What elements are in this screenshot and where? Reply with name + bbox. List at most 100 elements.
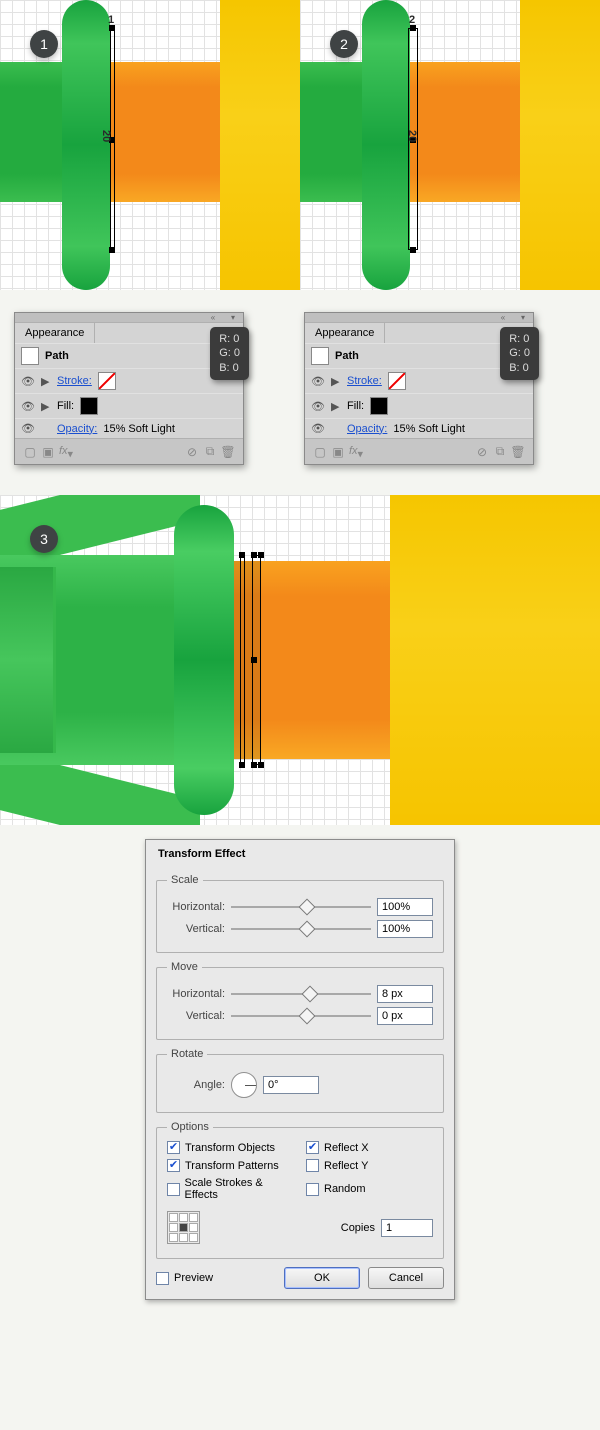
stroke-label[interactable]: Stroke: [57,375,92,387]
clear-icon[interactable]: ⊘ [473,445,491,459]
new-art-layers-icon[interactable]: ▣ [329,445,347,459]
disclosure-triangle-icon[interactable]: ▶ [331,375,341,388]
canvas-step-3[interactable]: 3 [0,495,600,825]
trash-icon[interactable]: 🗑 [219,445,237,459]
stroke-label[interactable]: Stroke: [347,375,382,387]
green-rim [174,505,234,815]
scale-vertical-input[interactable] [377,920,433,938]
visibility-toggle-icon[interactable]: 👁 [311,422,325,435]
appearance-tab[interactable]: Appearance [15,323,95,343]
new-art-basic-icon[interactable]: ▢ [311,445,329,459]
selection-handle[interactable] [251,657,257,663]
visibility-toggle-icon[interactable]: 👁 [21,422,35,435]
scale-horizontal-input[interactable] [377,898,433,916]
visibility-toggle-icon[interactable]: 👁 [21,400,35,413]
preview-checkbox[interactable]: Preview [156,1272,213,1285]
duplicate-icon[interactable]: ⧉ [491,444,509,459]
rotate-group: Rotate Angle: [156,1048,444,1113]
selection-handle[interactable] [258,762,264,768]
appearance-panel[interactable]: «▾ Appearance Path 👁 ▶ Stroke: 👁 [14,312,244,465]
disclosure-triangle-icon[interactable]: ▶ [331,400,341,413]
green-rim [62,0,110,290]
scale-horizontal-label: Horizontal: [167,901,225,913]
canvas-step-1[interactable]: 1 1 20 [0,0,300,290]
path-label: Path [335,350,359,362]
opacity-label[interactable]: Opacity: [57,423,97,435]
disclosure-triangle-icon[interactable]: ▶ [41,375,51,388]
options-legend: Options [167,1121,213,1133]
move-vertical-input[interactable] [377,1007,433,1025]
transform-effect-dialog: Transform Effect Scale Horizontal: Verti… [145,839,455,1300]
fill-label: Fill: [347,400,364,412]
stroke-swatch[interactable] [98,372,116,390]
reference-point-grid[interactable] [167,1211,200,1244]
opacity-value: 15% Soft Light [103,423,175,435]
visibility-toggle-icon[interactable]: 👁 [311,400,325,413]
panel-menu-icon[interactable]: ▾ [227,313,239,322]
random-checkbox[interactable]: Random [306,1177,433,1201]
visibility-toggle-icon[interactable]: 👁 [311,375,325,388]
scale-vertical-label: Vertical: [167,923,225,935]
canvas-step-2[interactable]: 2 2 20 [300,0,600,290]
selection-handle[interactable] [251,762,257,768]
scale-vertical-slider[interactable] [231,922,371,936]
scale-strokes-checkbox[interactable]: Scale Strokes & Effects [167,1177,294,1201]
step-badge-2: 2 [330,30,358,58]
clear-icon[interactable]: ⊘ [183,445,201,459]
thumbnail-swatch[interactable] [21,347,39,365]
transform-patterns-checkbox[interactable]: ✔Transform Patterns [167,1159,294,1172]
angle-input[interactable] [263,1076,319,1094]
rgb-tooltip: R: 0 G: 0 B: 0 [210,327,249,380]
scale-group: Scale Horizontal: Vertical: [156,874,444,953]
angle-dial[interactable] [231,1072,257,1098]
ok-button[interactable]: OK [284,1267,360,1289]
duplicate-icon[interactable]: ⧉ [201,444,219,459]
scale-horizontal-slider[interactable] [231,900,371,914]
green-rim [362,0,410,290]
fx-menu-icon[interactable]: fx▾ [347,443,365,460]
trash-icon[interactable]: 🗑 [509,445,527,459]
disclosure-triangle-icon[interactable]: ▶ [41,400,51,413]
reflect-x-checkbox[interactable]: ✔Reflect X [306,1141,433,1154]
move-horizontal-label: Horizontal: [167,988,225,1000]
new-art-basic-icon[interactable]: ▢ [21,445,39,459]
fx-menu-icon[interactable]: fx▾ [57,443,75,460]
opacity-label[interactable]: Opacity: [347,423,387,435]
scale-legend: Scale [167,874,203,886]
new-art-layers-icon[interactable]: ▣ [39,445,57,459]
dimension-width: 2 [409,14,415,26]
selection-handle[interactable] [251,552,257,558]
green-pipe-inner [0,567,56,753]
move-horizontal-slider[interactable] [231,987,371,1001]
copies-input[interactable] [381,1219,433,1237]
panel-collapse-icon[interactable]: « [207,313,219,322]
rotate-legend: Rotate [167,1048,207,1060]
appearance-tab[interactable]: Appearance [305,323,385,343]
selection-rect[interactable] [240,555,245,765]
move-legend: Move [167,961,202,973]
thumbnail-swatch[interactable] [311,347,329,365]
transform-objects-checkbox[interactable]: ✔Transform Objects [167,1141,294,1154]
selection-handle[interactable] [258,552,264,558]
selection-handle[interactable] [109,247,115,253]
angle-label: Angle: [167,1079,225,1091]
fill-swatch[interactable] [370,397,388,415]
selection-handle[interactable] [410,247,416,253]
dimension-width: 1 [108,14,114,26]
options-group: Options ✔Transform Objects ✔Reflect X ✔T… [156,1121,444,1259]
fill-swatch[interactable] [80,397,98,415]
panel-menu-icon[interactable]: ▾ [517,313,529,322]
panel-collapse-icon[interactable]: « [497,313,509,322]
selection-handle[interactable] [239,762,245,768]
move-vertical-slider[interactable] [231,1009,371,1023]
selection-handle[interactable] [239,552,245,558]
move-horizontal-input[interactable] [377,985,433,1003]
reflect-y-checkbox[interactable]: Reflect Y [306,1159,433,1172]
copies-label: Copies [341,1222,375,1234]
appearance-panel[interactable]: « ▾ Appearance Path 👁 ▶ Stroke: 👁 [304,312,534,465]
yellow-block [520,0,600,290]
cancel-button[interactable]: Cancel [368,1267,444,1289]
visibility-toggle-icon[interactable]: 👁 [21,375,35,388]
stroke-swatch[interactable] [388,372,406,390]
fill-label: Fill: [57,400,74,412]
